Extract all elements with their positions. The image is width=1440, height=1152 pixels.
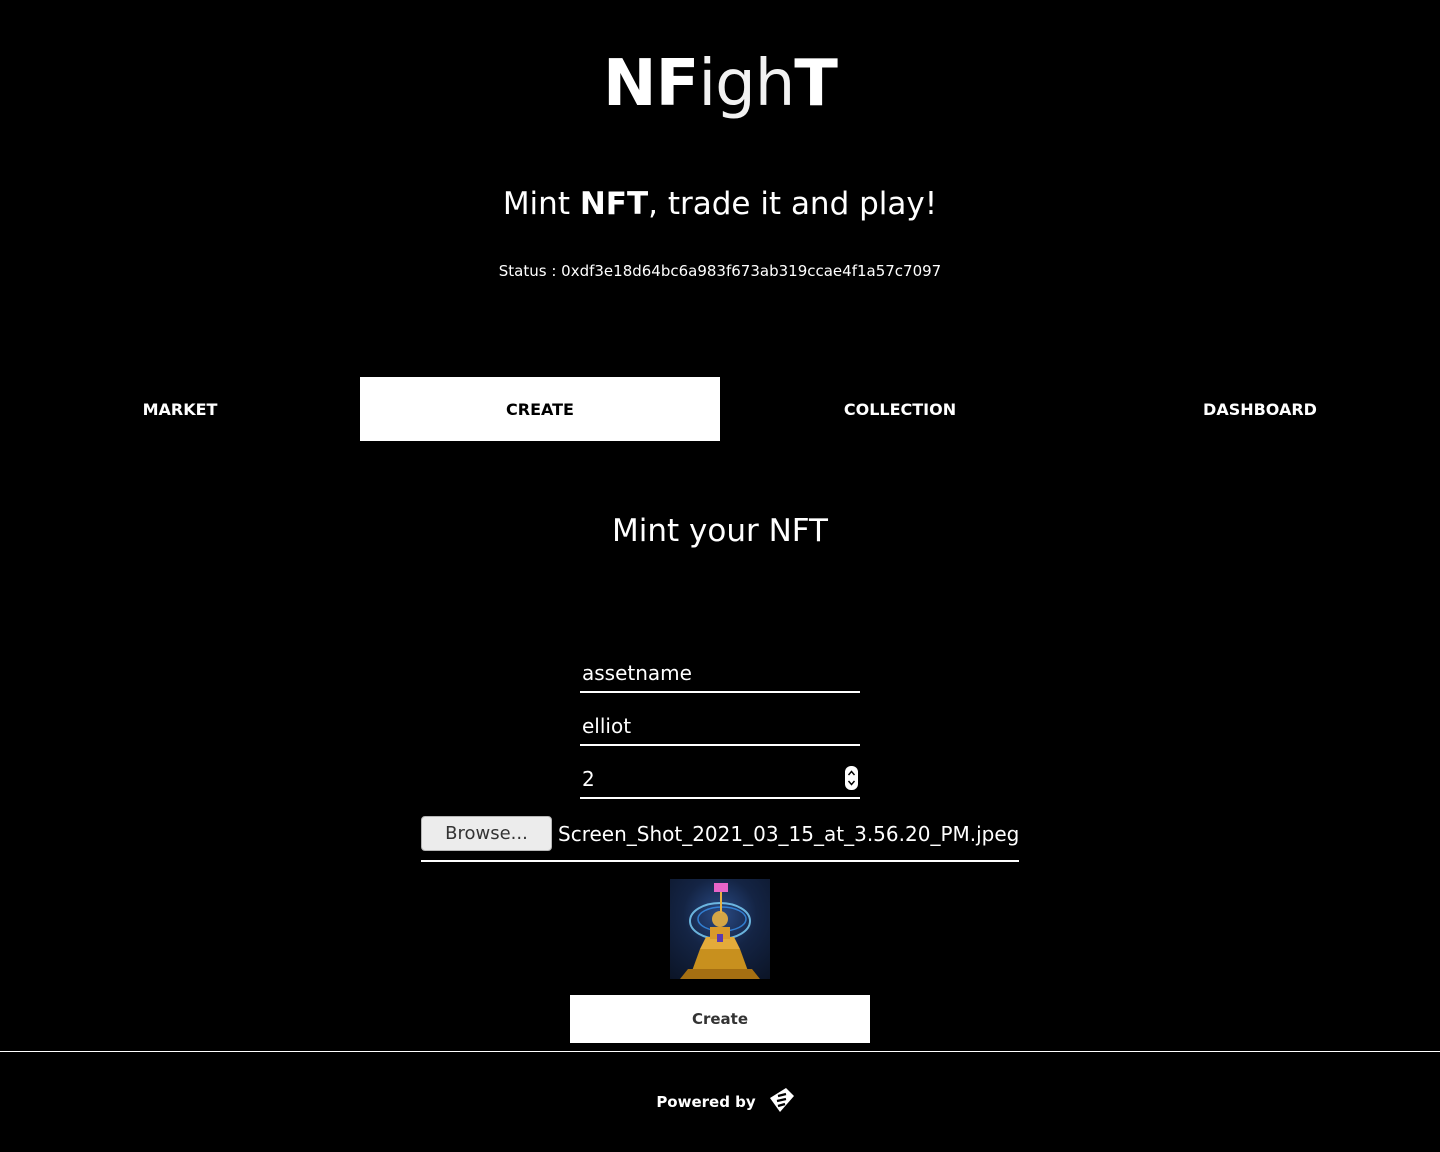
asset-name-value: assetname: [582, 661, 692, 685]
tab-market[interactable]: MARKET: [0, 377, 360, 441]
footer-divider: [0, 1051, 1440, 1052]
tagline-prefix: Mint: [502, 186, 580, 222]
spinner-arrows-icon[interactable]: [845, 766, 858, 790]
logo-part-t: T: [794, 47, 838, 121]
tagline: Mint NFT, trade it and play!: [0, 184, 1440, 224]
nav-tabs: MARKET CREATE COLLECTION DASHBOARD: [0, 377, 1440, 441]
app-logo: NFighT: [0, 44, 1440, 124]
owner-name-value: elliot: [582, 714, 632, 738]
provider-logo-icon: [766, 1084, 798, 1120]
asset-name-input[interactable]: assetname: [580, 655, 860, 693]
image-preview: [670, 879, 770, 979]
owner-name-input[interactable]: elliot: [580, 708, 860, 746]
tab-create[interactable]: CREATE: [360, 377, 720, 441]
tab-collection[interactable]: COLLECTION: [720, 377, 1080, 441]
tagline-suffix: , trade it and play!: [648, 186, 938, 222]
browse-button[interactable]: Browse...: [421, 816, 552, 851]
logo-part-igh: igh: [698, 47, 795, 121]
tab-dashboard[interactable]: DASHBOARD: [1080, 377, 1440, 441]
file-input[interactable]: Browse... Screen_Shot_2021_03_15_at_3.56…: [421, 816, 1019, 862]
quantity-value: 2: [582, 767, 595, 791]
wallet-status: Status : 0xdf3e18d64bc6a983f673ab319ccae…: [498, 262, 942, 280]
logo-part-nf: NF: [603, 47, 699, 121]
section-title: Mint your NFT: [612, 513, 828, 549]
create-button[interactable]: Create: [570, 995, 870, 1043]
tagline-bold: NFT: [579, 186, 649, 222]
selected-file-name: Screen_Shot_2021_03_15_at_3.56.20_PM.jpe…: [558, 822, 1020, 846]
powered-by-label: Powered by: [656, 1093, 756, 1111]
quantity-stepper[interactable]: 2: [580, 761, 860, 799]
footer: Powered by: [0, 1084, 1440, 1120]
page: NFighT Mint NFT, trade it and play! Stat…: [0, 0, 1440, 1152]
